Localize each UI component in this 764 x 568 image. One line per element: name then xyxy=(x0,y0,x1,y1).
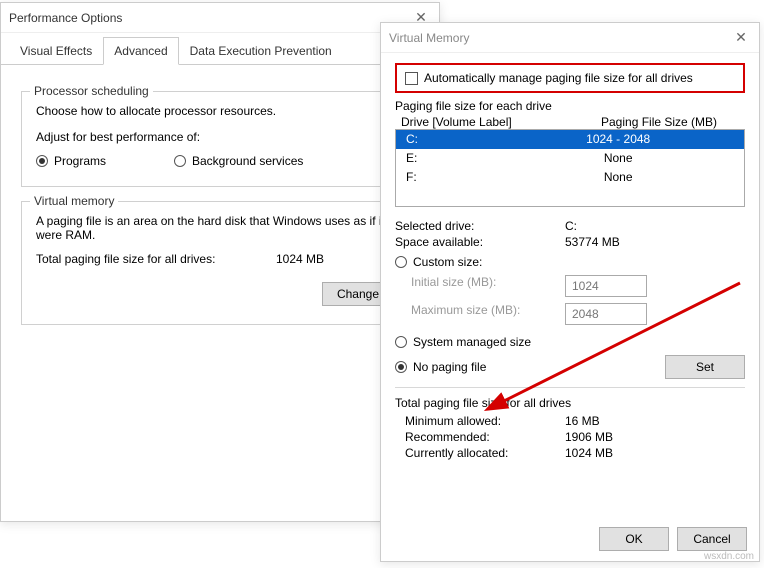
allocated-value: 1024 MB xyxy=(565,446,613,460)
hdr-size: Paging File Size (MB) xyxy=(601,115,739,129)
virtual-memory-dialog: Virtual Memory ✕ Automatically manage pa… xyxy=(380,22,760,562)
table-row: F:None xyxy=(396,168,745,187)
initial-size-label: Initial size (MB): xyxy=(395,275,565,297)
vmem-title: Virtual Memory xyxy=(389,31,731,45)
watermark: wsxdn.com xyxy=(704,551,754,562)
space-available-value: 53774 MB xyxy=(565,235,620,249)
auto-manage-row-highlight: Automatically manage paging file size fo… xyxy=(395,63,745,93)
vmem-titlebar: Virtual Memory ✕ xyxy=(381,23,759,53)
selected-drive-label: Selected drive: xyxy=(395,219,565,233)
min-allowed-label: Minimum allowed: xyxy=(395,414,565,428)
table-row: C:1024 - 2048 xyxy=(396,130,745,149)
group-title-procsched: Processor scheduling xyxy=(30,84,153,98)
min-allowed-value: 16 MB xyxy=(565,414,600,428)
perf-titlebar: Performance Options ✕ xyxy=(1,3,439,33)
radio-no-paging[interactable] xyxy=(395,361,407,373)
space-available-label: Space available: xyxy=(395,235,565,249)
paging-group-label: Paging file size for each drive xyxy=(395,99,745,113)
radio-programs[interactable] xyxy=(36,155,48,167)
performance-options-window: Performance Options ✕ Visual Effects Adv… xyxy=(0,2,440,522)
tab-dep[interactable]: Data Execution Prevention xyxy=(179,37,343,65)
selected-drive-value: C: xyxy=(565,219,577,233)
cancel-button[interactable]: Cancel xyxy=(677,527,747,551)
radio-background-label: Background services xyxy=(192,154,303,168)
table-row: E:None xyxy=(396,149,745,168)
radio-background[interactable] xyxy=(174,155,186,167)
hdr-drive: Drive [Volume Label] xyxy=(401,115,601,129)
tab-advanced[interactable]: Advanced xyxy=(103,37,178,65)
ok-button[interactable]: OK xyxy=(599,527,669,551)
radio-custom-label: Custom size: xyxy=(413,255,482,269)
recommended-value: 1906 MB xyxy=(565,430,613,444)
initial-size-input[interactable] xyxy=(565,275,647,297)
tab-visual-effects[interactable]: Visual Effects xyxy=(9,37,103,65)
radio-no-paging-label: No paging file xyxy=(413,360,486,374)
radio-system-managed[interactable] xyxy=(395,336,407,348)
procsched-adjust-label: Adjust for best performance of: xyxy=(36,130,404,144)
radio-custom-size[interactable] xyxy=(395,256,407,268)
drive-list[interactable]: C:1024 - 2048 E:None F:None xyxy=(395,129,745,207)
allocated-label: Currently allocated: xyxy=(395,446,565,460)
vmem-total-label: Total paging file size for all drives: xyxy=(36,252,276,266)
group-title-vmem: Virtual memory xyxy=(30,194,118,208)
radio-system-managed-label: System managed size xyxy=(413,335,531,349)
max-size-label: Maximum size (MB): xyxy=(395,303,565,325)
vmem-desc: A paging file is an area on the hard dis… xyxy=(36,214,404,242)
radio-programs-label: Programs xyxy=(54,154,174,168)
perf-tabs: Visual Effects Advanced Data Execution P… xyxy=(1,33,439,65)
max-size-input[interactable] xyxy=(565,303,647,325)
perf-pane: Processor scheduling Choose how to alloc… xyxy=(1,65,439,337)
group-processor-scheduling: Processor scheduling Choose how to alloc… xyxy=(21,91,419,187)
totals-header: Total paging file size for all drives xyxy=(395,396,745,410)
auto-manage-label: Automatically manage paging file size fo… xyxy=(424,71,693,85)
recommended-label: Recommended: xyxy=(395,430,565,444)
set-button[interactable]: Set xyxy=(665,355,745,379)
close-icon[interactable]: ✕ xyxy=(731,29,751,46)
procsched-desc: Choose how to allocate processor resourc… xyxy=(36,104,404,118)
auto-manage-checkbox[interactable] xyxy=(405,72,418,85)
vmem-total-value: 1024 MB xyxy=(276,252,324,266)
perf-title: Performance Options xyxy=(9,11,411,25)
group-virtual-memory: Virtual memory A paging file is an area … xyxy=(21,201,419,325)
